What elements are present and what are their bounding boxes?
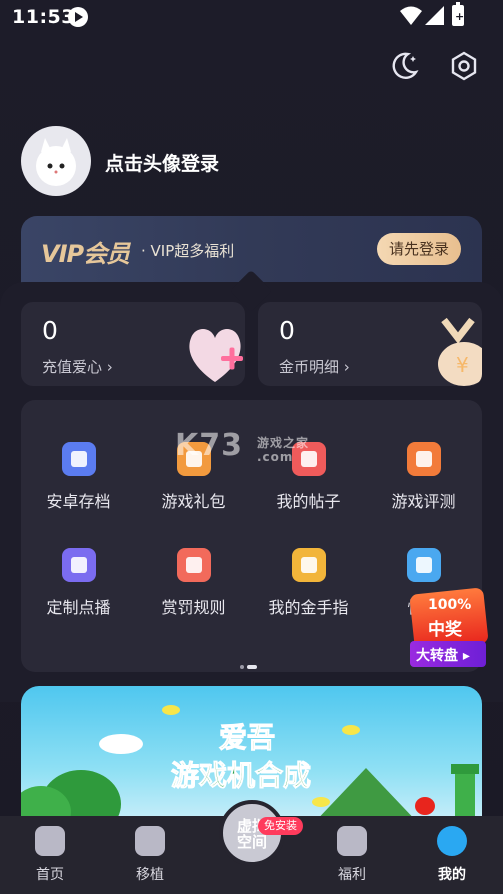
svg-text:¥: ¥ (456, 353, 469, 377)
gold-coin-card[interactable]: 0 金币明细 › ¥ (258, 302, 482, 386)
grid-item-label: 我的帖子 (276, 492, 341, 511)
grid-item-cheats[interactable]: 我的金手指 (251, 548, 366, 618)
vip-logo: VIP会员 (41, 240, 130, 268)
vip-subtitle: · VIP超多福利 (141, 242, 235, 260)
prize-button-label: 大转盘 ▸ (416, 648, 470, 664)
user-card-icon (406, 548, 441, 582)
wifi-icon (400, 6, 422, 25)
grid-item-label: 安卓存档 (46, 492, 111, 511)
grid-item-label: 我的金手指 (268, 598, 349, 617)
home-icon (35, 826, 65, 856)
settings-icon[interactable] (448, 50, 480, 82)
vip-login-button[interactable]: 请先登录 (377, 233, 461, 265)
grid-item-label: 游戏评测 (391, 492, 456, 511)
watermark-main: K73 (175, 428, 243, 463)
media-play-icon (68, 7, 88, 27)
watermark-bottom: .com (257, 450, 294, 464)
grid-item-label: 赏罚规则 (161, 598, 226, 617)
recharge-love-value: 0 (42, 316, 58, 345)
tab-label: 移植 (136, 867, 164, 883)
default-avatar-icon (36, 138, 76, 186)
banner-title-line1: 爱吾 (218, 721, 276, 755)
tab-label: 首页 (36, 867, 64, 883)
recharge-love-label: 充值爱心 › (42, 358, 113, 376)
heart-plus-icon (189, 329, 243, 382)
night-mode-icon[interactable] (388, 50, 420, 82)
tab-label: 福利 (338, 867, 366, 883)
gold-coin-value: 0 (279, 316, 295, 345)
tab-welfare[interactable]: 福利 (312, 826, 392, 884)
grid-item-game-review[interactable]: 游戏评测 (366, 442, 481, 512)
coin-bag-icon: ¥ (438, 317, 482, 386)
document-icon (176, 548, 211, 582)
watermark: K73 游戏之家 .com (175, 428, 308, 464)
cloud-save-icon (61, 442, 96, 476)
prize-win: 中奖 (428, 620, 462, 640)
welfare-icon (337, 826, 367, 856)
profile-icon (437, 826, 467, 856)
gold-coin-label: 金币明细 › (279, 358, 350, 376)
tab-label-active: 我的 (438, 867, 466, 883)
tab-mine[interactable]: 我的 (412, 826, 492, 884)
profile-screen: 11:53 + 点击头像登录 VIP会员 · VIP超多福利 请先登录 0 充值… (0, 0, 503, 894)
tab-home[interactable]: 首页 (10, 826, 90, 884)
pointer-hand-icon (291, 548, 326, 582)
install-free-badge: 免安装 (258, 817, 303, 835)
recharge-love-card[interactable]: 0 充值爱心 › (21, 302, 245, 386)
banner-title-line2: 游戏机合成 (170, 759, 312, 793)
watermark-top: 游戏之家 (257, 436, 310, 450)
grid-item-android-save[interactable]: 安卓存档 (21, 442, 136, 512)
page-dot-active (247, 665, 257, 669)
tab-port[interactable]: 移植 (110, 826, 190, 884)
avatar[interactable] (21, 126, 91, 196)
grid-item-label: 游戏礼包 (161, 492, 226, 511)
battery-icon: + (452, 2, 464, 26)
login-prompt[interactable]: 点击头像登录 (105, 149, 219, 176)
grid-item-label: 定制点播 (46, 598, 111, 617)
page-indicator (240, 654, 260, 673)
gamepad-icon (135, 826, 165, 856)
page-dot (240, 665, 244, 669)
signal-icon (425, 6, 444, 25)
status-time: 11:53 (12, 6, 75, 28)
status-bar: 11:53 + (0, 0, 503, 34)
review-chart-icon (406, 442, 441, 476)
edit-icon (61, 548, 96, 582)
grid-item-rules[interactable]: 赏罚规则 (136, 548, 251, 618)
lucky-wheel-floating-button[interactable]: 100% 中奖 大转盘 ▸ (408, 585, 492, 669)
prize-percent: 100% (428, 597, 472, 613)
grid-item-custom-request[interactable]: 定制点播 (21, 548, 136, 618)
